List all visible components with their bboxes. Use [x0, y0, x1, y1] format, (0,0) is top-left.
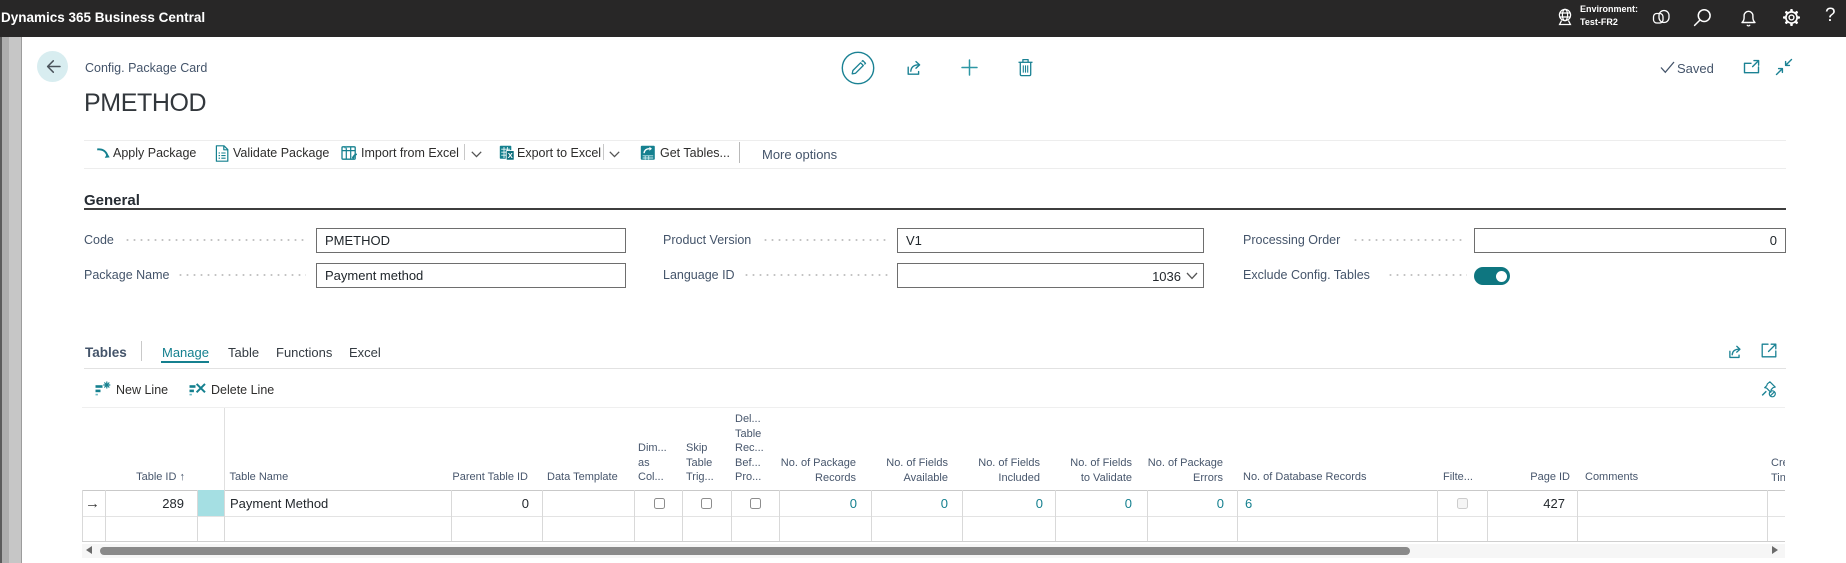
- svg-text:X: X: [508, 151, 513, 160]
